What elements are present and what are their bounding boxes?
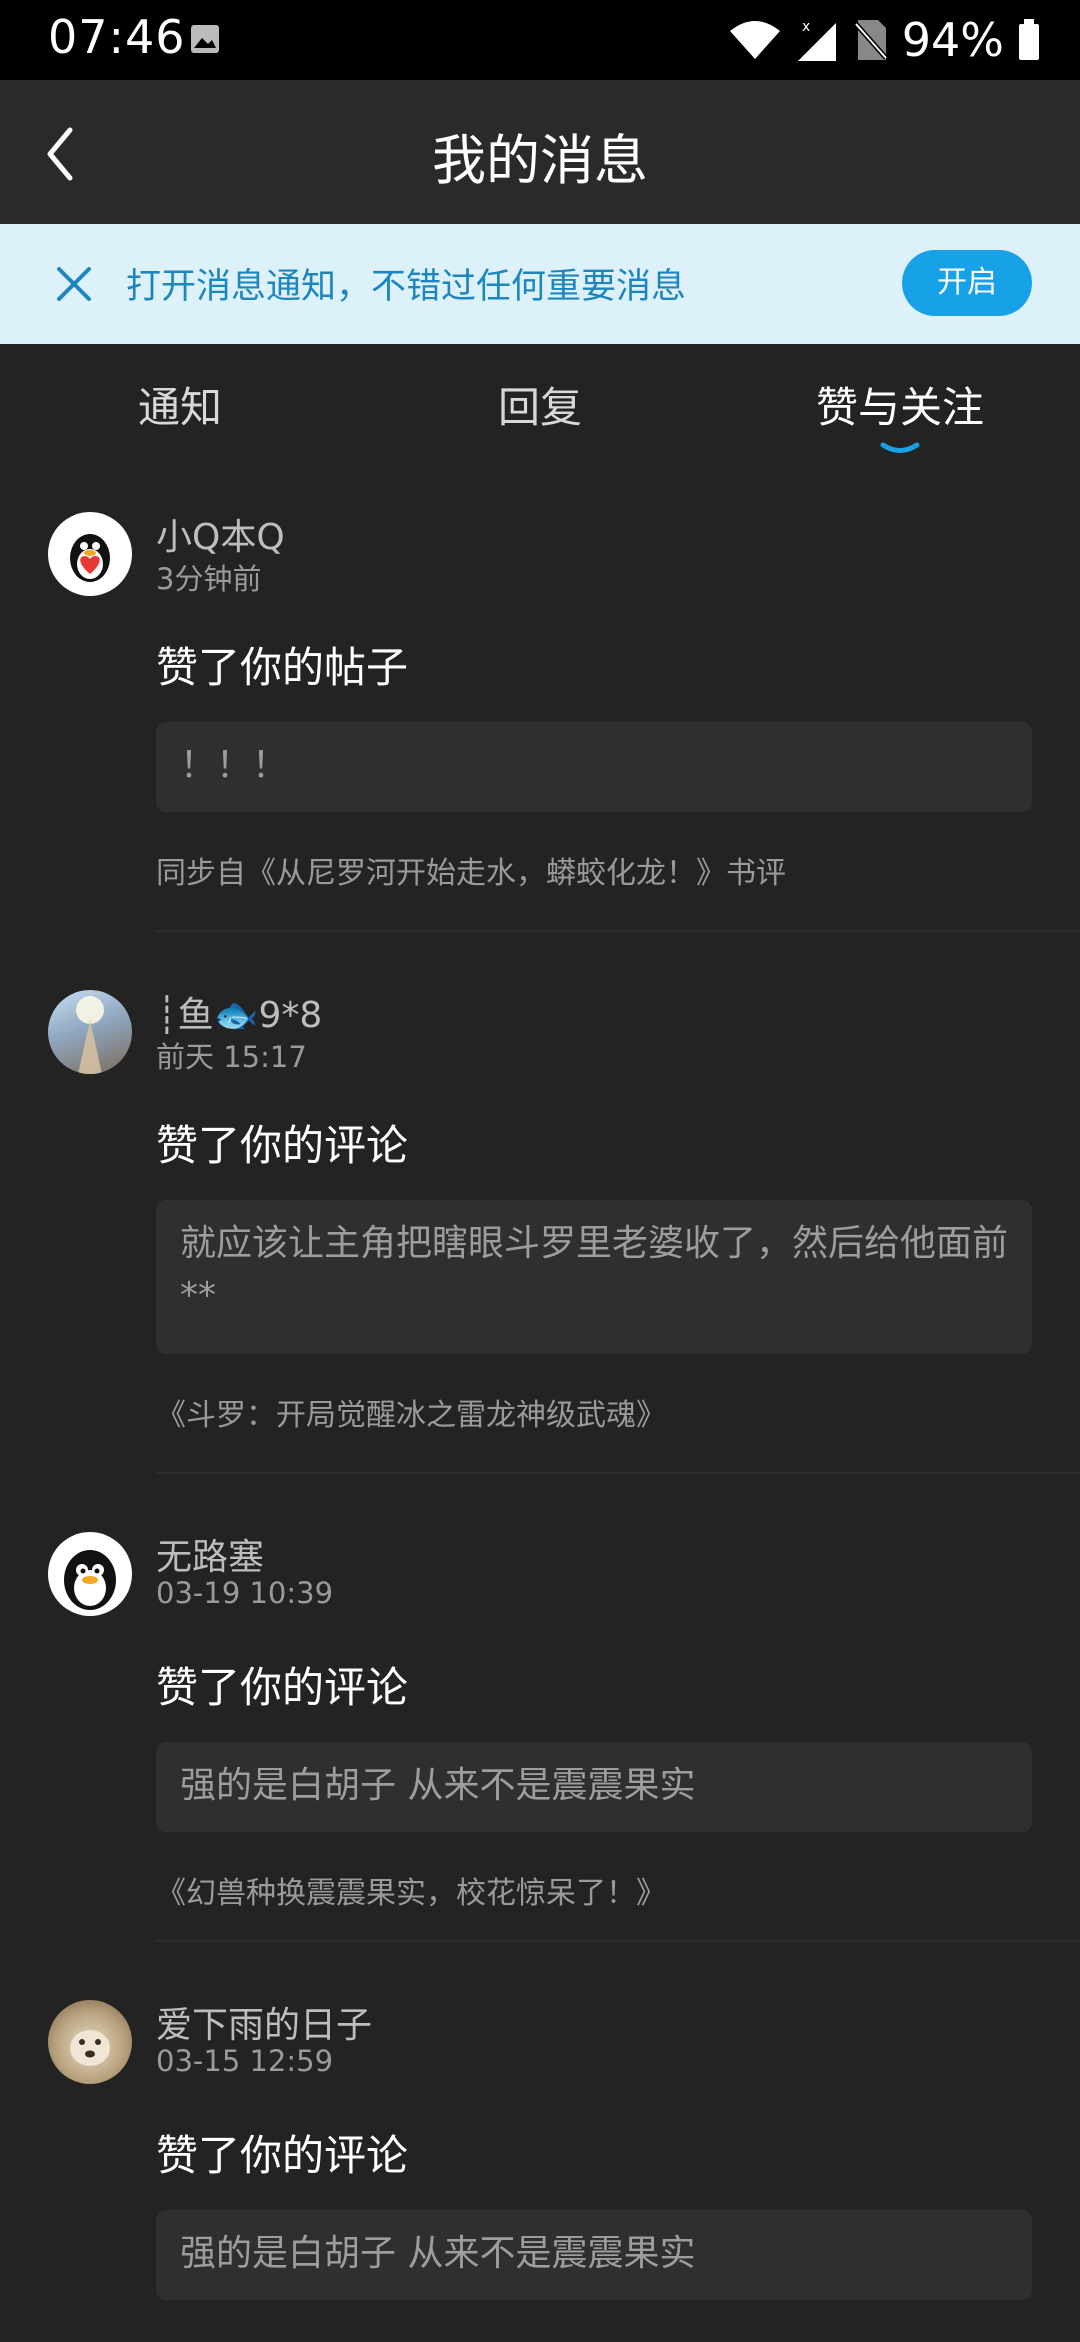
no-sim-icon	[853, 20, 888, 60]
message-feed: 小Q本Q 3分钟前 赞了你的帖子 ！！！ 同步自《从尼罗河开始走水，蟒蛟化龙！》…	[0, 474, 1080, 2342]
status-bar: 07:46 x 94%	[0, 0, 1080, 80]
list-item[interactable]: 爱下雨的日子 03-15 12:59 赞了你的评论 强的是白胡子 从来不是震震果…	[0, 1962, 1080, 2342]
divider	[156, 1472, 1080, 1474]
timestamp: 03-19 10:39	[156, 1576, 334, 1610]
puppy-avatar[interactable]	[48, 2000, 132, 2084]
list-item[interactable]: 小Q本Q 3分钟前 赞了你的帖子 ！！！ 同步自《从尼罗河开始走水，蟒蛟化龙！》…	[0, 474, 1080, 952]
quoted-content[interactable]: 强的是白胡子 从来不是震震果实	[156, 1742, 1032, 1832]
tab-notifications[interactable]: 通知	[138, 374, 222, 435]
penguin-avatar[interactable]	[48, 1532, 132, 1616]
timestamp: 前天 15:17	[156, 1040, 307, 1074]
battery-icon	[1019, 19, 1039, 60]
action-text: 赞了你的评论	[156, 2131, 409, 2180]
quoted-content[interactable]: 强的是白胡子 从来不是震震果实	[156, 2210, 1032, 2300]
app-bar: 我的消息	[0, 80, 1080, 224]
battery-percent: 94%	[901, 13, 1004, 67]
gallery-icon	[191, 25, 219, 53]
penguin-heart-avatar[interactable]	[48, 512, 132, 596]
quoted-content[interactable]: ！！！	[156, 722, 1032, 812]
action-text: 赞了你的评论	[156, 1121, 409, 1170]
username[interactable]: ┊鱼🐟9*8	[156, 986, 322, 1038]
divider	[156, 1940, 1080, 1942]
tab-bar: 通知 回复 赞与关注	[0, 344, 1080, 474]
page-title: 我的消息	[432, 129, 648, 192]
tab-replies[interactable]: 回复	[498, 374, 582, 435]
quoted-content[interactable]: 就应该让主角把瞎眼斗罗里老婆收了，然后给他面前**	[156, 1200, 1032, 1354]
divider	[156, 930, 1080, 932]
active-tab-indicator	[880, 442, 920, 453]
username[interactable]: 爱下雨的日子	[156, 1996, 372, 2048]
close-icon[interactable]	[54, 264, 94, 304]
notification-banner: 打开消息通知，不错过任何重要消息 开启	[0, 224, 1080, 344]
timestamp: 3分钟前	[156, 562, 262, 596]
action-text: 赞了你的评论	[156, 1663, 409, 1712]
source-text[interactable]: 《幻兽种换震震果实，校花惊呆了！》	[156, 1868, 666, 1912]
sky-avatar[interactable]	[48, 990, 132, 1074]
source-text[interactable]: 《斗罗：开局觉醒冰之雷龙神级武魂》	[156, 1390, 666, 1434]
wifi-icon	[729, 21, 780, 59]
banner-text: 打开消息通知，不错过任何重要消息	[126, 267, 687, 307]
list-item[interactable]: 无路塞 03-19 10:39 赞了你的评论 强的是白胡子 从来不是震震果实 《…	[0, 1494, 1080, 1962]
signal-icon: x	[797, 19, 836, 61]
enable-notifications-button[interactable]: 开启	[902, 250, 1032, 316]
username[interactable]: 无路塞	[156, 1528, 264, 1580]
svg-text:x: x	[802, 19, 810, 35]
username[interactable]: 小Q本Q	[156, 508, 285, 560]
timestamp: 03-15 12:59	[156, 2044, 334, 2078]
source-text[interactable]: 同步自《从尼罗河开始走水，蟒蛟化龙！》书评	[156, 848, 786, 892]
tab-likes-follows[interactable]: 赞与关注	[816, 374, 984, 435]
status-time: 07:46	[48, 10, 186, 64]
action-text: 赞了你的帖子	[156, 643, 409, 692]
list-item[interactable]: ┊鱼🐟9*8 前天 15:17 赞了你的评论 就应该让主角把瞎眼斗罗里老婆收了，…	[0, 952, 1080, 1494]
